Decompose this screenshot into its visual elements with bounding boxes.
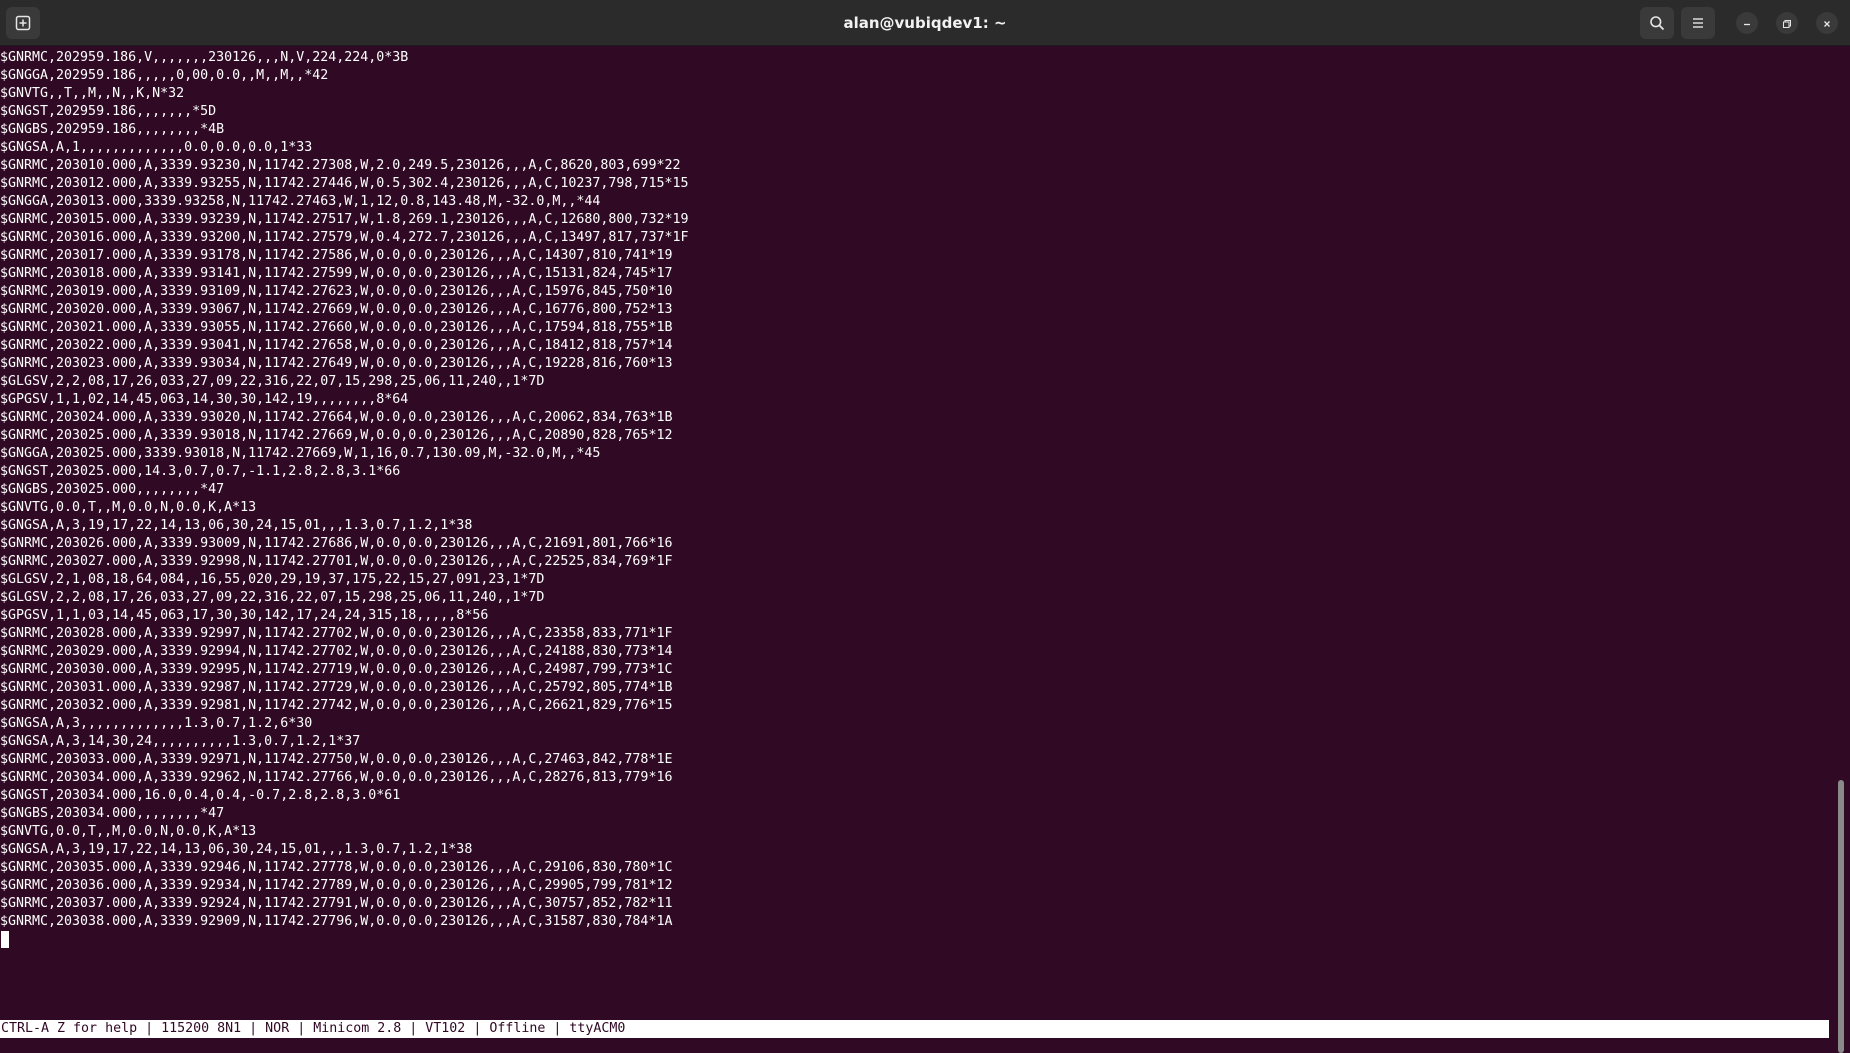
terminal-line: $GNRMC,203028.000,A,3339.92997,N,11742.2… [0, 626, 673, 641]
terminal-line: $GNGSA,A,3,19,17,22,14,13,06,30,24,15,01… [0, 518, 473, 533]
maximize-icon [1782, 14, 1792, 33]
terminal-line: $GNRMC,203010.000,A,3339.93230,N,11742.2… [0, 158, 681, 173]
terminal-line: $GNGSA,A,3,14,30,24,,,,,,,,,,1.3,0.7,1.2… [0, 734, 361, 749]
new-tab-button[interactable] [6, 7, 40, 39]
terminal-output[interactable]: $GNRMC,202959.186,V,,,,,,,230126,,,N,V,2… [0, 49, 1836, 1019]
terminal-line: $GNRMC,203037.000,A,3339.92924,N,11742.2… [0, 896, 673, 911]
terminal-line: $GPGSV,1,1,02,14,45,063,14,30,30,142,19,… [0, 392, 409, 407]
terminal-line: $GNGSA,A,3,,,,,,,,,,,,,1.3,0.7,1.2,6*30 [0, 716, 313, 731]
terminal-line: $GNGGA,202959.186,,,,,0,00,0.0,,M,,M,,*4… [0, 68, 329, 83]
close-icon [1822, 14, 1832, 33]
menu-button[interactable] [1681, 7, 1715, 39]
minicom-status-bar: CTRL-A Z for help | 115200 8N1 | NOR | M… [0, 1020, 1829, 1038]
terminal-line: $GNRMC,203025.000,A,3339.93018,N,11742.2… [0, 428, 673, 443]
terminal-line: $GNRMC,203032.000,A,3339.92981,N,11742.2… [0, 698, 673, 713]
terminal-line: $GNRMC,203019.000,A,3339.93109,N,11742.2… [0, 284, 673, 299]
search-icon [1649, 15, 1665, 31]
title-bar: alan@vubiqdev1: ~ [0, 0, 1850, 46]
terminal-line: $GNGGA,203013.000,3339.93258,N,11742.274… [0, 194, 601, 209]
terminal-line: $GLGSV,2,1,08,18,64,084,,16,55,020,29,19… [0, 572, 545, 587]
terminal-line: $GNRMC,203023.000,A,3339.93034,N,11742.2… [0, 356, 673, 371]
terminal-scrollbar[interactable] [1838, 780, 1844, 1053]
terminal-line: $GNRMC,203033.000,A,3339.92971,N,11742.2… [0, 752, 673, 767]
terminal-line: $GNRMC,203034.000,A,3339.92962,N,11742.2… [0, 770, 673, 785]
terminal-line: $GNRMC,203020.000,A,3339.93067,N,11742.2… [0, 302, 673, 317]
terminal-line: $GNRMC,203018.000,A,3339.93141,N,11742.2… [0, 266, 673, 281]
terminal-line: $GNRMC,203030.000,A,3339.92995,N,11742.2… [0, 662, 673, 677]
terminal-line: $GNRMC,203017.000,A,3339.93178,N,11742.2… [0, 248, 673, 263]
hamburger-menu-icon [1690, 15, 1706, 31]
terminal-line: $GNRMC,203027.000,A,3339.92998,N,11742.2… [0, 554, 673, 569]
terminal-line: $GNVTG,,T,,M,,N,,K,N*32 [0, 86, 185, 101]
window-title: alan@vubiqdev1: ~ [843, 14, 1007, 32]
terminal-line: $GPGSV,1,1,03,14,45,063,17,30,30,142,17,… [0, 608, 489, 623]
terminal-line: $GLGSV,2,2,08,17,26,033,27,09,22,316,22,… [0, 590, 545, 605]
terminal-line: $GNVTG,0.0,T,,M,0.0,N,0.0,K,A*13 [0, 824, 257, 839]
terminal-line: $GNRMC,203029.000,A,3339.92994,N,11742.2… [0, 644, 673, 659]
terminal-line: $GNVTG,0.0,T,,M,0.0,N,0.0,K,A*13 [0, 500, 257, 515]
terminal-line: $GNRMC,203026.000,A,3339.93009,N,11742.2… [0, 536, 673, 551]
terminal-line: $GNGBS,202959.186,,,,,,,,*4B [0, 122, 225, 137]
terminal-line: $GNGSA,A,3,19,17,22,14,13,06,30,24,15,01… [0, 842, 473, 857]
minimize-button[interactable] [1736, 12, 1758, 34]
terminal-line: $GNRMC,203031.000,A,3339.92987,N,11742.2… [0, 680, 673, 695]
terminal-line: $GNGST,203025.000,14.3,0.7,0.7,-1.1,2.8,… [0, 464, 401, 479]
terminal-line: $GNRMC,203012.000,A,3339.93255,N,11742.2… [0, 176, 689, 191]
terminal-line: $GNRMC,203022.000,A,3339.93041,N,11742.2… [0, 338, 673, 353]
terminal-line: $GNRMC,203036.000,A,3339.92934,N,11742.2… [0, 878, 673, 893]
terminal-line: $GNRMC,203035.000,A,3339.92946,N,11742.2… [0, 860, 673, 875]
close-button[interactable] [1816, 12, 1838, 34]
terminal-line: $GNRMC,203024.000,A,3339.93020,N,11742.2… [0, 410, 673, 425]
terminal-line: $GNRMC,203021.000,A,3339.93055,N,11742.2… [0, 320, 673, 335]
terminal-line: $GNGST,203034.000,16.0,0.4,0.4,-0.7,2.8,… [0, 788, 401, 803]
terminal-line: $GNRMC,202959.186,V,,,,,,,230126,,,N,V,2… [0, 50, 409, 65]
search-button[interactable] [1640, 7, 1674, 39]
terminal-line: $GNGST,202959.186,,,,,,,*5D [0, 104, 217, 119]
terminal-cursor [1, 931, 9, 948]
terminal-line: $GNGGA,203025.000,3339.93018,N,11742.276… [0, 446, 601, 461]
maximize-button[interactable] [1776, 12, 1798, 34]
new-tab-icon [15, 15, 31, 31]
terminal-line: $GNRMC,203038.000,A,3339.92909,N,11742.2… [0, 914, 673, 929]
terminal-line: $GNRMC,203015.000,A,3339.93239,N,11742.2… [0, 212, 689, 227]
minimize-icon [1742, 14, 1752, 33]
terminal-line: $GNGSA,A,1,,,,,,,,,,,,,0.0,0.0,0.0,1*33 [0, 140, 313, 155]
terminal-line: $GNGBS,203034.000,,,,,,,,*47 [0, 806, 225, 821]
terminal-line: $GNGBS,203025.000,,,,,,,,*47 [0, 482, 225, 497]
terminal-line: $GLGSV,2,2,08,17,26,033,27,09,22,316,22,… [0, 374, 545, 389]
terminal-line: $GNRMC,203016.000,A,3339.93200,N,11742.2… [0, 230, 689, 245]
